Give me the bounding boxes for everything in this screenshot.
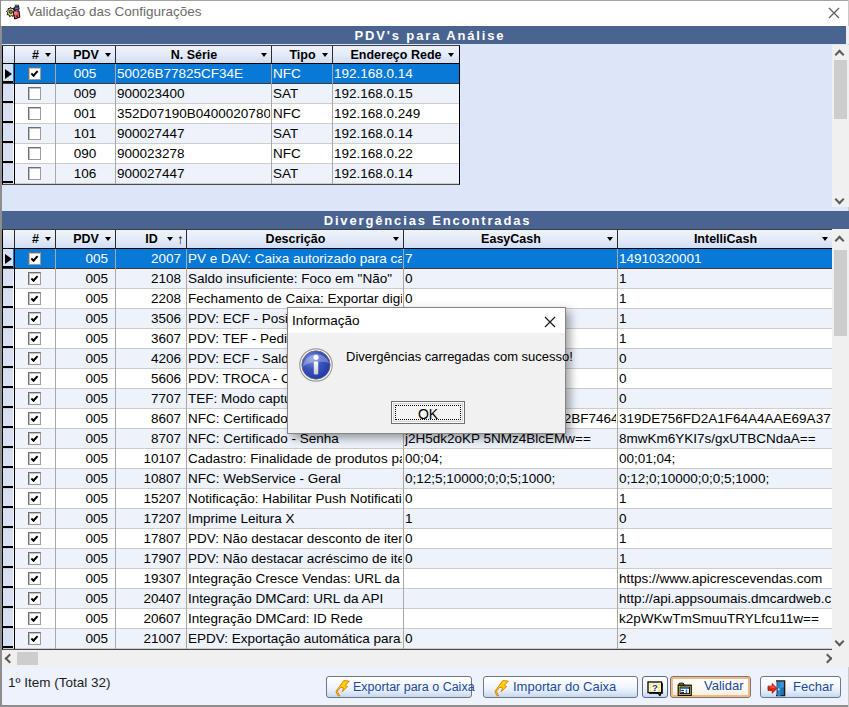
svg-text:?: ? [652, 682, 658, 693]
